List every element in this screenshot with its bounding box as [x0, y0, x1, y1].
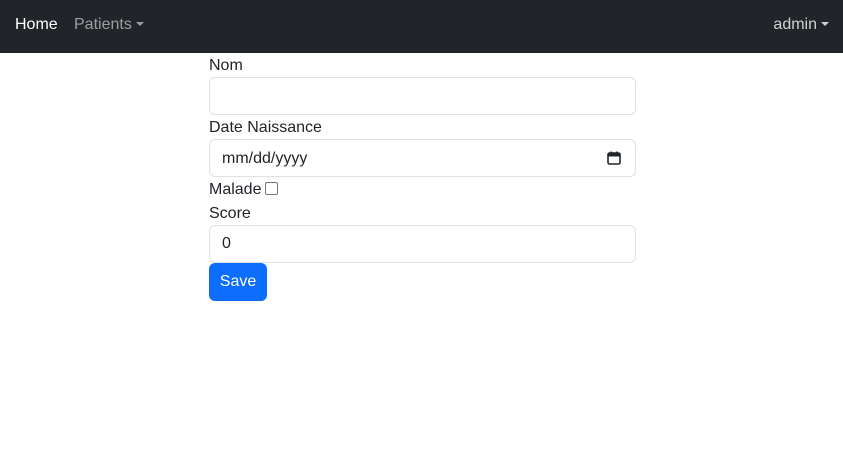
- score-input[interactable]: [209, 225, 636, 263]
- nom-label: Nom: [209, 57, 243, 74]
- caret-down-icon: [135, 22, 144, 26]
- nav-home-link[interactable]: Home: [15, 15, 58, 35]
- nav-user-label: admin: [773, 16, 817, 33]
- date-naissance-input[interactable]: mm/dd/yyyy: [209, 139, 636, 177]
- malade-checkbox[interactable]: [265, 182, 278, 195]
- nav-patients-dropdown[interactable]: Patients: [74, 15, 144, 35]
- malade-label: Malade: [209, 181, 262, 198]
- caret-down-icon: [821, 22, 829, 26]
- top-navbar: Home Patients admin: [0, 0, 843, 53]
- calendar-icon[interactable]: [607, 151, 621, 165]
- date-naissance-label: Date Naissance: [209, 119, 322, 136]
- date-placeholder: mm/dd/yyyy: [222, 150, 308, 167]
- nav-user-dropdown[interactable]: admin: [773, 15, 829, 35]
- nom-input[interactable]: [209, 77, 636, 115]
- score-label: Score: [209, 205, 251, 222]
- save-button[interactable]: Save: [209, 263, 267, 301]
- nav-patients-label: Patients: [74, 16, 132, 33]
